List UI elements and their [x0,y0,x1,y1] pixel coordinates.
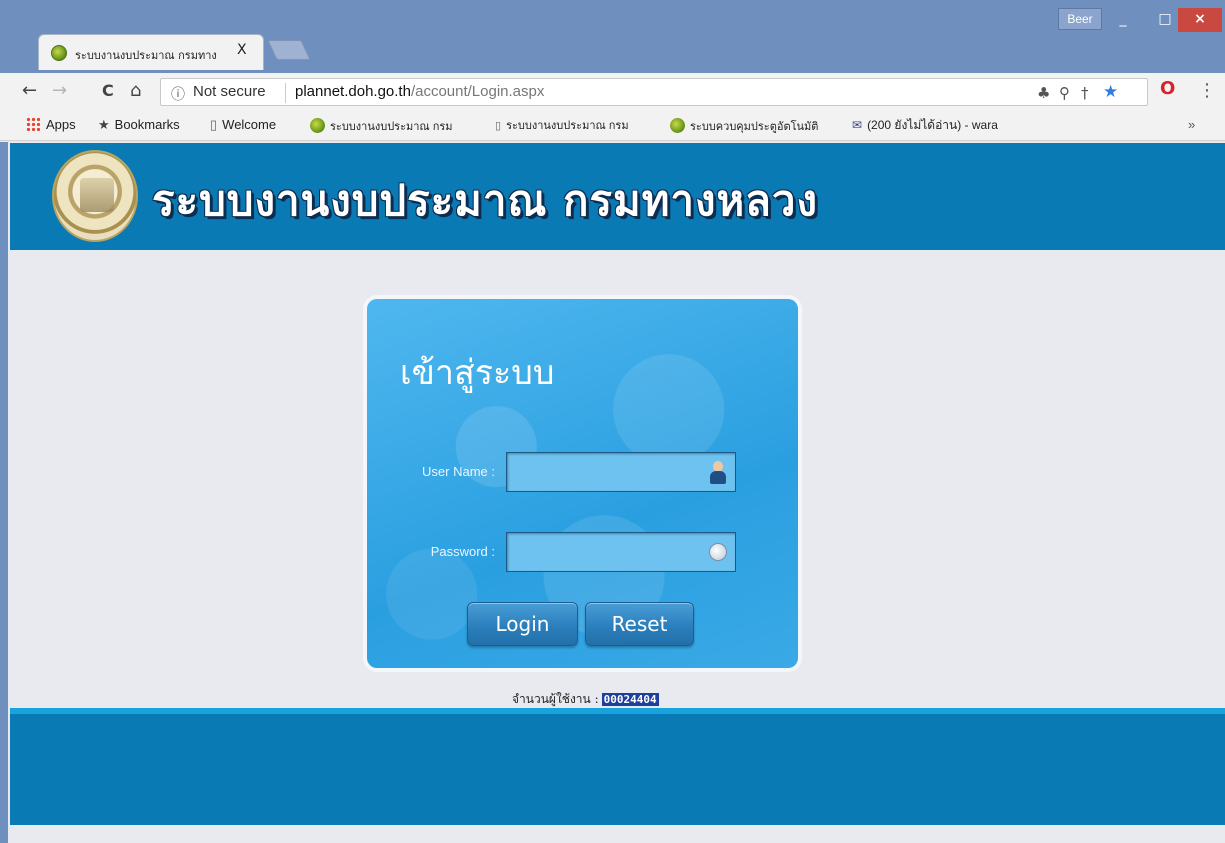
bookmark-label: Bookmarks [114,117,180,132]
mail-icon: ✉ [852,118,863,132]
user-counter: จำนวนผู้ใช้งาน :00024404 [512,690,659,709]
close-window-button[interactable]: × [1178,8,1222,32]
menu-icon[interactable]: ⋮ [1198,81,1216,101]
opera-icon[interactable]: O [1160,79,1175,99]
counter-label: จำนวนผู้ใช้งาน : [512,692,599,706]
security-label[interactable]: Not secure [193,83,266,100]
zoom-icon[interactable]: ⚲ [1059,83,1070,103]
password-input[interactable] [506,532,736,572]
url-host: plannet.doh.go.th [295,83,411,100]
page-icon: ▯ [210,117,218,132]
apps-grid-icon [26,117,40,131]
back-icon[interactable]: ← [22,81,37,101]
browser-window: Beer _ □ × ระบบงานงบประมาณ กรมทาง X ← → … [0,0,1225,843]
bookmark-label: (200 ยังไม่ได้อ่าน) - wara [867,118,998,132]
bookmark-welcome[interactable]: ▯ Welcome [210,117,276,133]
bookmark-apps[interactable]: Apps [26,117,76,133]
bookmark-label: ระบบงานงบประมาณ กรม [330,121,453,133]
bookmark-label: Apps [46,117,76,132]
username-label: User Name : [422,464,495,479]
page-icon: ▯ [495,120,502,132]
home-icon[interactable]: ⌂ [130,81,141,101]
address-bar[interactable]: ⓘ Not secure plannet.doh.go.th/account/L… [160,78,1148,106]
bookmark-mail[interactable]: ✉ (200 ยังไม่ได้อ่าน) - wara [852,117,998,133]
site-icon [670,118,685,133]
browser-tab[interactable]: ระบบงานงบประมาณ กรมทาง X [38,34,264,70]
site-footer [10,714,1225,825]
star-icon: ★ [98,117,110,132]
user-icon [707,459,729,485]
username-input[interactable] [506,452,736,492]
site-title: ระบบงานงบประมาณ กรมทางหลวง [152,176,819,225]
tab-title: ระบบงานงบประมาณ กรมทาง [75,49,217,62]
login-button[interactable]: Login [467,602,578,646]
forward-icon[interactable]: → [52,81,67,101]
login-title: เข้าสู่ระบบ [400,353,555,393]
tab-close-icon[interactable]: X [237,42,247,58]
bookmark-label: ระบบงานงบประมาณ กรม [506,120,629,132]
password-key-icon[interactable]: † [1081,83,1089,103]
bookmark-budget-1[interactable]: ระบบงานงบประมาณ กรม [310,118,453,135]
bookmarks-overflow-icon[interactable]: » [1188,117,1195,133]
reload-icon[interactable]: C [102,81,114,101]
lock-icon [707,539,729,565]
bookmark-gate-control[interactable]: ระบบควบคุมประตูอัตโนมัติ [670,118,818,135]
url-text[interactable]: plannet.doh.go.th/account/Login.aspx [295,83,544,100]
site-icon [310,118,325,133]
extension-icon[interactable]: ♣ [1037,83,1050,103]
seal-emblem [80,178,114,212]
bookmark-bookmarks[interactable]: ★ Bookmarks [98,117,180,133]
counter-value: 00024404 [601,693,659,706]
info-icon[interactable]: ⓘ [171,84,185,104]
reset-button[interactable]: Reset [585,602,694,646]
bookmark-label: Welcome [222,117,277,132]
bookmark-budget-2[interactable]: ▯ ระบบงานงบประมาณ กรม [495,118,629,134]
profile-button[interactable]: Beer [1058,8,1102,30]
password-label: Password : [430,544,495,559]
bookmarks-bar: Apps ★ Bookmarks ▯ Welcome ระบบงานงบประมาณ… [0,109,1225,141]
maximize-button[interactable]: □ [1148,8,1182,32]
url-path: /account/Login.aspx [410,83,545,100]
department-seal-logo [52,150,138,242]
browser-toolbar: ← → C ⌂ ⓘ Not secure plannet.doh.go.th/a… [0,73,1225,109]
address-separator [285,83,286,103]
bookmark-label: ระบบควบคุมประตูอัตโนมัติ [690,121,819,133]
site-favicon-icon [51,45,67,61]
minimize-button[interactable]: _ [1106,8,1140,32]
bookmark-star-icon[interactable]: ★ [1103,82,1118,102]
